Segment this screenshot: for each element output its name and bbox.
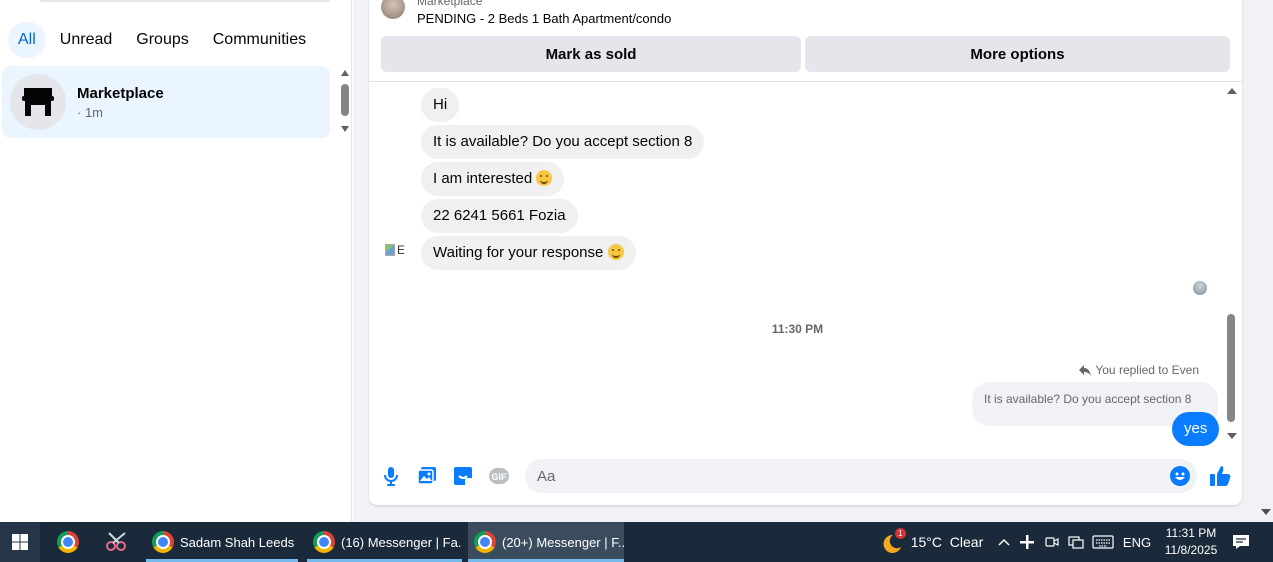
weather-badge: 1 <box>894 528 906 539</box>
conversation-name: Marketplace <box>77 84 164 102</box>
smile-emoji-icon <box>607 244 624 260</box>
message-input[interactable] <box>525 459 1197 493</box>
incoming-message[interactable]: Waiting for your response <box>421 236 636 270</box>
weather-text: 15°C Clear <box>910 534 984 550</box>
system-clock[interactable]: 11:31 PM 11/8/2025 <box>1156 525 1226 559</box>
tab-all[interactable]: All <box>8 22 46 58</box>
more-options-button[interactable]: More options <box>805 36 1230 72</box>
filter-tabs: All Unread Groups Communities <box>8 22 316 58</box>
like-icon[interactable] <box>1208 464 1232 488</box>
taskbar-app-messenger-20[interactable]: (20+) Messenger | F... <box>468 522 624 562</box>
show-hidden-icons-icon[interactable] <box>994 522 1014 562</box>
search-box-edge <box>40 0 330 2</box>
timestamp-divider: 11:30 PM <box>771 322 824 336</box>
photo-icon[interactable] <box>415 464 439 488</box>
weather-widget[interactable]: 1 15°C Clear <box>876 522 986 562</box>
network-icon[interactable] <box>1066 522 1086 562</box>
scroll-down-arrow-icon[interactable] <box>1227 433 1237 439</box>
marketplace-item-header[interactable]: Marketplace PENDING - 2 Beds 1 Bath Apar… <box>381 0 671 27</box>
chrome-taskbar-icon[interactable] <box>45 522 91 562</box>
conversation-time: · 1m <box>77 104 103 120</box>
reply-arrow-icon <box>1079 364 1092 376</box>
scroll-up-arrow-icon[interactable] <box>1227 88 1237 94</box>
read-receipt-avatar <box>1193 281 1207 295</box>
tab-groups[interactable]: Groups <box>126 22 198 58</box>
chat-list-panel: All Unread Groups Communities Marketplac… <box>0 0 352 522</box>
outgoing-message[interactable]: yes <box>1172 412 1220 446</box>
item-title: PENDING - 2 Beds 1 Bath Apartment/condo <box>417 11 672 26</box>
conversation-panel: Marketplace PENDING - 2 Beds 1 Bath Apar… <box>369 0 1242 505</box>
svg-text:GIF: GIF <box>492 472 508 482</box>
plus-icon[interactable] <box>1017 522 1037 562</box>
smiling-emoji-icon <box>536 170 553 186</box>
taskbar-app-chrome-sadam[interactable]: Sadam Shah Leeds ... <box>146 522 298 562</box>
broken-image-icon <box>385 244 395 256</box>
mark-as-sold-button[interactable]: Mark as sold <box>381 36 801 72</box>
incoming-message[interactable]: 22 6241 5661 Fozia <box>421 199 578 233</box>
reply-indicator: You replied to Even <box>1079 363 1199 377</box>
start-button[interactable] <box>0 522 40 562</box>
windows-taskbar: Sadam Shah Leeds ... (16) Messenger | Fa… <box>0 522 1273 562</box>
chat-list-scrollbar[interactable] <box>338 70 352 134</box>
scroll-up-arrow-icon[interactable] <box>341 70 349 76</box>
sticker-icon[interactable] <box>451 464 475 488</box>
incoming-message[interactable]: I am interested <box>421 162 565 196</box>
incoming-message[interactable]: Hi <box>421 88 460 122</box>
mic-icon[interactable] <box>379 464 403 488</box>
sender-avatar[interactable]: E <box>385 243 405 257</box>
chrome-icon <box>474 531 496 553</box>
language-indicator[interactable]: ENG <box>1122 522 1152 562</box>
keyboard-icon[interactable] <box>1090 522 1116 562</box>
scroll-thumb[interactable] <box>341 84 349 116</box>
scroll-thumb[interactable] <box>1227 314 1235 422</box>
page-scroll-down-icon[interactable] <box>1261 509 1271 515</box>
messages-scrollbar[interactable] <box>1224 86 1238 444</box>
gif-icon[interactable]: GIF <box>487 464 511 488</box>
item-label: Marketplace <box>417 0 483 8</box>
tab-unread[interactable]: Unread <box>50 22 122 58</box>
chrome-icon <box>313 531 335 553</box>
notification-center-icon[interactable] <box>1228 522 1254 562</box>
tab-communities[interactable]: Communities <box>203 22 316 58</box>
message-composer: GIF <box>369 458 1242 494</box>
chrome-icon <box>152 531 174 553</box>
storefront-icon <box>22 88 54 116</box>
conversation-item-marketplace[interactable]: Marketplace · 1m <box>2 66 330 138</box>
emoji-icon[interactable] <box>1168 464 1192 488</box>
marketplace-avatar <box>10 74 66 130</box>
taskbar-app-messenger-16[interactable]: (16) Messenger | Fa... <box>307 522 462 562</box>
header-divider <box>369 81 1242 82</box>
windows-logo-icon <box>12 534 28 550</box>
snipping-tool-icon[interactable] <box>94 522 140 562</box>
meet-now-icon[interactable] <box>1042 522 1062 562</box>
scroll-down-arrow-icon[interactable] <box>341 126 349 132</box>
incoming-message[interactable]: It is available? Do you accept section 8 <box>421 125 705 159</box>
item-thumbnail <box>381 0 405 19</box>
